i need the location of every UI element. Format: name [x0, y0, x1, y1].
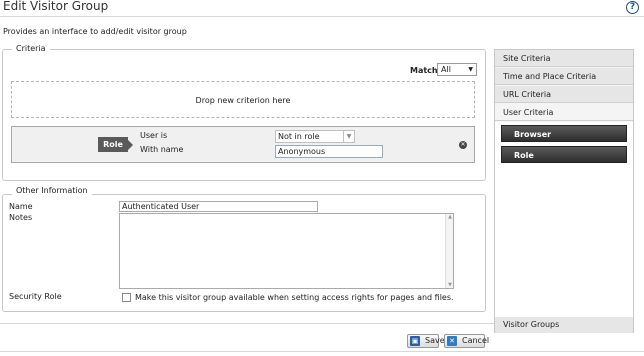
name-label: Name: [9, 202, 33, 211]
role-criterion-item[interactable]: Role: [501, 146, 627, 163]
criteria-toolbox: Site Criteria Time and Place Criteria UR…: [494, 49, 634, 333]
match-select-value: All: [441, 65, 451, 74]
cancel-button[interactable]: ✕ Cancel: [444, 334, 489, 348]
cancel-icon: ✕: [447, 336, 457, 346]
dropdown-arrow-icon: ▼: [343, 131, 354, 142]
accordion-url-criteria[interactable]: URL Criteria: [495, 86, 633, 103]
save-button-label: Save: [425, 336, 445, 345]
notes-textarea[interactable]: ▲ ▼: [119, 213, 454, 289]
dropdown-arrow-icon: ▼: [468, 66, 473, 73]
match-select[interactable]: All ▼: [437, 63, 477, 76]
title-divider: [0, 16, 644, 17]
help-icon[interactable]: ?: [626, 1, 639, 14]
title-bar: Edit Visitor Group ?: [0, 0, 644, 16]
match-label: Match: [410, 66, 438, 75]
scroll-up-icon[interactable]: ▲: [446, 214, 454, 220]
save-button[interactable]: ▣ Save: [407, 334, 445, 348]
scroll-down-icon[interactable]: ▼: [446, 282, 454, 288]
role-condition-select[interactable]: Not in role ▼: [275, 130, 355, 143]
other-information-legend: Other Information: [12, 186, 92, 195]
bottom-divider: [0, 351, 644, 352]
security-role-checkbox-label[interactable]: Make this visitor group available when s…: [135, 293, 454, 302]
with-name-label: With name: [140, 145, 184, 154]
save-icon: ▣: [410, 336, 420, 346]
security-role-checkbox[interactable]: [122, 293, 131, 302]
criteria-legend: Criteria: [12, 44, 50, 53]
notes-scrollbar[interactable]: ▲ ▼: [445, 214, 453, 288]
remove-icon[interactable]: ✕: [459, 141, 467, 149]
notes-label: Notes: [9, 213, 33, 222]
role-condition-value: Not in role: [278, 132, 320, 141]
user-criteria-panel: Browser Role: [495, 122, 633, 321]
security-role-label: Security Role: [9, 292, 62, 301]
user-is-label: User is: [140, 131, 168, 140]
drop-zone-text: Drop new criterion here: [195, 96, 291, 105]
accordion-visitor-groups[interactable]: Visitor Groups: [495, 317, 633, 333]
accordion-site-criteria[interactable]: Site Criteria: [495, 50, 633, 67]
cancel-button-label: Cancel: [462, 336, 490, 345]
footer-divider: [0, 323, 494, 324]
page-title: Edit Visitor Group: [3, 0, 109, 13]
badge-arrow-icon: [128, 140, 133, 150]
criterion-drop-zone[interactable]: Drop new criterion here: [11, 81, 475, 118]
role-criterion-row[interactable]: Role User is With name Not in role ▼ Ano…: [11, 126, 475, 163]
browser-criterion-item[interactable]: Browser: [501, 125, 627, 142]
name-input[interactable]: Authenticated User: [119, 201, 318, 212]
role-name-input[interactable]: Anonymous: [275, 145, 383, 158]
accordion-user-criteria[interactable]: User Criteria: [495, 104, 633, 121]
accordion-time-place-criteria[interactable]: Time and Place Criteria: [495, 68, 633, 85]
criterion-badge[interactable]: Role: [98, 137, 128, 152]
page-description: Provides an interface to add/edit visito…: [3, 27, 187, 36]
